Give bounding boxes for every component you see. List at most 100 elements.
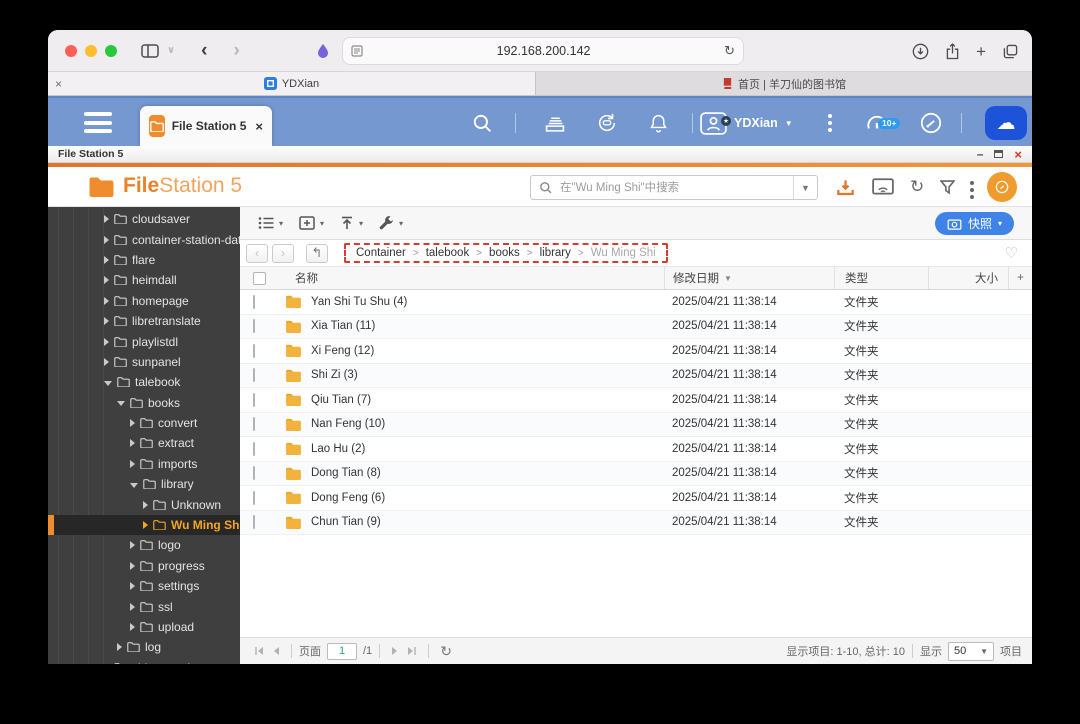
expand-arrow-icon[interactable]: [104, 276, 109, 285]
create-folder-button[interactable]: ▾: [293, 212, 330, 234]
favorite-heart-icon[interactable]: ♡: [1005, 244, 1018, 262]
next-page-icon[interactable]: [391, 646, 399, 656]
sidebar-folder-container-station-data[interactable]: container-station-data: [48, 229, 240, 249]
forward-button[interactable]: ›: [233, 41, 239, 60]
browser-tab-ydxian[interactable]: × YDXian: [48, 72, 535, 95]
sidebar-folder-homepage[interactable]: homepage: [48, 291, 240, 311]
select-all-checkbox[interactable]: [253, 271, 266, 285]
row-checkbox[interactable]: [253, 368, 255, 383]
table-row[interactable]: Xi Feng (12) 2025/04/21 11:38:14 文件夹: [240, 339, 1032, 364]
window-titlebar[interactable]: File Station 5 – ×: [48, 146, 1032, 163]
more-options-kebab-icon[interactable]: [970, 181, 974, 199]
sidebar-folder-heimdall[interactable]: heimdall: [48, 270, 240, 290]
page-number-input[interactable]: [327, 642, 357, 660]
filter-funnel-icon[interactable]: [940, 167, 955, 207]
traffic-light-close[interactable]: [65, 44, 77, 57]
expand-arrow-icon[interactable]: [130, 623, 135, 631]
row-checkbox[interactable]: [253, 294, 255, 309]
expand-arrow-icon[interactable]: [143, 500, 148, 509]
row-checkbox[interactable]: [253, 417, 255, 432]
expand-arrow-icon[interactable]: [130, 541, 135, 550]
speed-gauge-icon[interactable]: [918, 98, 944, 148]
sidebar-folder-video-captioner[interactable]: video-captioner: [48, 658, 240, 664]
breadcrumb-item[interactable]: books: [489, 247, 520, 259]
expand-arrow-icon[interactable]: [104, 337, 109, 346]
expand-arrow-icon[interactable]: [130, 602, 135, 611]
column-header-name[interactable]: 名称: [276, 267, 664, 289]
row-checkbox[interactable]: [253, 490, 255, 505]
row-checkbox[interactable]: [253, 343, 255, 358]
expand-arrow-icon[interactable]: [104, 357, 109, 366]
expand-arrow-icon[interactable]: [104, 296, 109, 305]
sidebar-folder-imports[interactable]: imports: [48, 454, 240, 474]
main-menu-button[interactable]: [84, 112, 112, 133]
table-row[interactable]: Lao Hu (2) 2025/04/21 11:38:14 文件夹: [240, 437, 1032, 462]
minimize-icon[interactable]: –: [977, 148, 984, 160]
address-bar[interactable]: 192.168.200.142 ↻: [343, 38, 743, 64]
table-row[interactable]: Xia Tian (11) 2025/04/21 11:38:14 文件夹: [240, 314, 1032, 339]
file-name[interactable]: Dong Feng (6): [311, 492, 385, 504]
traffic-light-zoom[interactable]: [105, 44, 117, 57]
sidebar-folder-talebook[interactable]: talebook: [48, 372, 240, 392]
breadcrumb-item[interactable]: talebook: [426, 247, 469, 259]
column-header-modified[interactable]: 修改日期 ▼: [664, 267, 834, 289]
close-window-icon[interactable]: ×: [1014, 148, 1022, 161]
url-text[interactable]: 192.168.200.142: [363, 44, 724, 58]
first-page-icon[interactable]: [254, 646, 264, 656]
back-button[interactable]: ‹: [201, 41, 207, 60]
share-icon[interactable]: [946, 42, 959, 60]
dsm-search-icon[interactable]: [472, 98, 492, 148]
nav-forward-button[interactable]: ›: [272, 243, 294, 263]
sidebar-folder-libretranslate[interactable]: libretranslate: [48, 311, 240, 331]
sidebar-folder-convert[interactable]: convert: [48, 413, 240, 433]
downloads-icon[interactable]: [912, 43, 929, 60]
refresh-list-icon[interactable]: ↻: [440, 643, 452, 660]
table-row[interactable]: Qiu Tian (7) 2025/04/21 11:38:14 文件夹: [240, 388, 1032, 413]
last-page-icon[interactable]: [407, 646, 417, 656]
expand-arrow-icon[interactable]: [117, 643, 122, 652]
maximize-icon[interactable]: [994, 150, 1004, 158]
row-checkbox[interactable]: [253, 392, 255, 407]
tools-button[interactable]: ▾: [373, 212, 409, 235]
sidebar-folder-extract[interactable]: extract: [48, 433, 240, 453]
notifications-bell-icon[interactable]: [648, 98, 669, 148]
sidebar-folder-sunpanel[interactable]: sunpanel: [48, 352, 240, 372]
traffic-light-minimize[interactable]: [85, 44, 97, 57]
column-header-type[interactable]: 类型: [834, 267, 928, 289]
expand-arrow-icon[interactable]: [130, 561, 135, 570]
table-row[interactable]: Yan Shi Tu Shu (4) 2025/04/21 11:38:14 文件夹: [240, 290, 1032, 315]
sidebar-toggle-icon[interactable]: [141, 43, 159, 58]
prev-page-icon[interactable]: [272, 646, 280, 656]
new-tab-button[interactable]: +: [976, 43, 986, 60]
collapse-arrow-icon[interactable]: [117, 401, 125, 407]
sidebar-folder-flare[interactable]: flare: [48, 250, 240, 270]
file-name[interactable]: Lao Hu (2): [311, 443, 365, 455]
search-box[interactable]: ▼: [530, 175, 818, 200]
file-name[interactable]: Nan Feng (10): [311, 418, 385, 430]
sidebar-folder-library[interactable]: library: [48, 474, 240, 494]
file-name[interactable]: Qiu Tian (7): [311, 394, 371, 406]
sidebar-folder-progress[interactable]: progress: [48, 556, 240, 576]
breadcrumb-item[interactable]: Wu Ming Shi: [591, 247, 656, 259]
sidebar-folder-books[interactable]: books: [48, 393, 240, 413]
widgets-icon[interactable]: [544, 98, 566, 148]
expand-arrow-icon[interactable]: [104, 317, 109, 326]
expand-arrow-icon[interactable]: [130, 439, 135, 448]
page-size-select[interactable]: 50 ▼: [948, 641, 994, 661]
sidebar-folder-ssl[interactable]: ssl: [48, 596, 240, 616]
sidebar-folder-settings[interactable]: settings: [48, 576, 240, 596]
row-checkbox[interactable]: [253, 441, 255, 456]
browser-tab-library[interactable]: 首页 | 羊刀仙的图书馆: [535, 72, 1032, 95]
collapse-arrow-icon[interactable]: [130, 482, 138, 488]
view-mode-button[interactable]: ▾: [252, 212, 289, 234]
quickconnect-cloud-icon[interactable]: ☁: [985, 106, 1027, 140]
dsm-app-tab-file-station[interactable]: File Station 5 ×: [140, 106, 272, 146]
upload-button[interactable]: ▾: [334, 212, 369, 234]
expand-arrow-icon[interactable]: [130, 582, 135, 591]
expand-arrow-icon[interactable]: [130, 459, 135, 468]
go-up-button[interactable]: ↰: [306, 243, 328, 263]
expand-arrow-icon[interactable]: [104, 215, 109, 224]
expand-arrow-icon[interactable]: [104, 235, 109, 244]
snapshot-button[interactable]: 快照 ▾: [934, 212, 1014, 235]
table-row[interactable]: Dong Tian (8) 2025/04/21 11:38:14 文件夹: [240, 461, 1032, 486]
